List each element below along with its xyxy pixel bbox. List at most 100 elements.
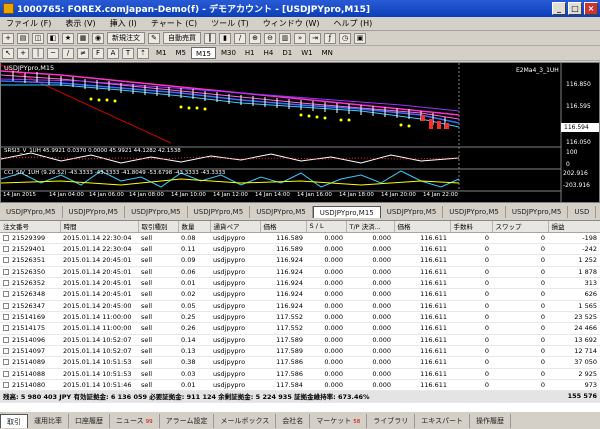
chart-tab[interactable]: USDJPYpro,M5 xyxy=(250,206,313,218)
timeframe-mn[interactable]: MN xyxy=(318,47,337,59)
timeframe-d1[interactable]: D1 xyxy=(278,47,296,59)
table-row[interactable]: 21526348 2015.01.14 20:45:01 sell 0.02 usdjp… xyxy=(0,288,600,301)
terminal-tab-mailbox[interactable]: メールボックス xyxy=(214,414,277,428)
terminal-tab-exposure[interactable]: 運用比率 xyxy=(28,414,69,428)
table-row[interactable]: 21514096 2015.01.14 10:52:07 sell 0.14 usdjp… xyxy=(0,334,600,346)
channel-icon[interactable]: ≠ xyxy=(77,47,89,59)
table-row[interactable]: 21526350 2015.01.14 20:45:01 sell 0.06 usdjp… xyxy=(0,266,600,278)
meta-editor-icon[interactable]: ✎ xyxy=(148,32,160,44)
horizontal-line-icon[interactable]: ─ xyxy=(47,47,59,59)
menu-file[interactable]: ファイル (F) xyxy=(6,18,51,29)
col-commission[interactable]: 手数料 xyxy=(450,221,493,233)
market-watch-icon[interactable]: ◫ xyxy=(32,32,44,44)
col-current-price[interactable]: 価格 xyxy=(394,221,451,233)
trendline-icon[interactable]: / xyxy=(62,47,74,59)
cursor-icon[interactable]: ↖ xyxy=(2,47,14,59)
templates-icon[interactable]: ▣ xyxy=(354,32,366,44)
fibonacci-icon[interactable]: F xyxy=(92,47,104,59)
timeframe-w1[interactable]: W1 xyxy=(297,47,316,59)
profiles-icon[interactable]: ▤ xyxy=(17,32,29,44)
col-symbol[interactable]: 通貨ペア xyxy=(210,221,261,233)
timeframe-m15[interactable]: M15 xyxy=(191,47,216,59)
col-profit[interactable]: 損益 xyxy=(548,221,600,233)
table-row[interactable]: 21529401 2015.01.14 22:30:04 sell 0.11 usdjp… xyxy=(0,243,600,256)
col-swap[interactable]: スワップ xyxy=(492,221,549,233)
table-cell: 21526352 xyxy=(0,277,60,290)
chart-tab[interactable]: USDJPYpro,M5 xyxy=(63,206,126,218)
chart-tab[interactable]: USDJPYpro,M5 xyxy=(125,206,188,218)
chart-tab[interactable]: USDJPYpro,M5 xyxy=(188,206,251,218)
tile-windows-icon[interactable]: ▥ xyxy=(279,32,291,44)
menu-view[interactable]: 表示 (V) xyxy=(65,18,95,29)
maximize-button[interactable]: □ xyxy=(568,2,582,15)
table-row[interactable]: 21514080 2015.01.14 10:51:46 sell 0.01 usdjp… xyxy=(0,379,600,392)
col-tp[interactable]: T/P 決済... xyxy=(346,221,395,233)
data-window-icon[interactable]: ◧ xyxy=(47,32,59,44)
terminal-tab-library[interactable]: ライブラリ xyxy=(367,414,416,428)
menu-chart[interactable]: チャート (C) xyxy=(151,18,197,29)
bar-chart-icon[interactable]: ┃ xyxy=(204,32,216,44)
col-time[interactable]: 時間 xyxy=(60,221,139,233)
crosshair-icon[interactable]: + xyxy=(17,47,29,59)
minimize-button[interactable]: _ xyxy=(552,2,566,15)
terminal-tab-market[interactable]: マーケット 58 xyxy=(310,414,368,428)
new-chart-icon[interactable]: + xyxy=(2,32,14,44)
label-icon[interactable]: T xyxy=(122,47,134,59)
table-row[interactable]: 21526352 2015.01.14 20:45:01 sell 0.01 usdjp… xyxy=(0,277,600,290)
arrows-icon[interactable]: ⇡ xyxy=(137,47,149,59)
indicators-icon[interactable]: ƒ xyxy=(324,32,336,44)
auto-scroll-icon[interactable]: » xyxy=(294,32,306,44)
auto-trade-button[interactable]: 自動売買 xyxy=(163,32,201,44)
table-row[interactable]: 21514088 2015.01.14 10:51:53 sell 0.03 usdjp… xyxy=(0,368,600,380)
chart-shift-icon[interactable]: ⇥ xyxy=(309,32,321,44)
table-row[interactable]: 21526347 2015.01.14 20:45:00 sell 0.05 usdjp… xyxy=(0,300,600,312)
text-icon[interactable]: A xyxy=(107,47,119,59)
col-price[interactable]: 価格 xyxy=(260,221,307,233)
table-row[interactable]: 21526351 2015.01.14 20:45:01 sell 0.09 usdjp… xyxy=(0,254,600,267)
table-row[interactable]: 21529399 2015.01.14 22:30:04 sell 0.08 usdjp… xyxy=(0,232,600,244)
terminal-tab-news[interactable]: ニュース 99 xyxy=(110,414,160,428)
col-order[interactable]: 注文番号 xyxy=(0,221,61,233)
chart-tab[interactable]: USDJPYpro,M5 xyxy=(381,206,444,218)
new-order-button[interactable]: 新規注文 xyxy=(107,32,145,44)
terminal-tab-trade[interactable]: 取引 xyxy=(0,414,28,428)
vertical-line-icon[interactable]: │ xyxy=(32,47,44,59)
timeframe-m30[interactable]: M30 xyxy=(217,47,240,59)
line-chart-icon[interactable]: ∕ xyxy=(234,32,246,44)
menu-window[interactable]: ウィンドウ (W) xyxy=(263,18,320,29)
periods-icon[interactable]: ◷ xyxy=(339,32,351,44)
chart-tab[interactable]: USD xyxy=(568,206,597,218)
table-row[interactable]: 21514169 2015.01.14 11:00:00 sell 0.25 usdjp… xyxy=(0,311,600,324)
chart-tab[interactable]: USDJPYpro,M5 xyxy=(506,206,569,218)
table-row[interactable]: 21514097 2015.01.14 10:52:07 sell 0.13 usdjp… xyxy=(0,345,600,358)
timeframe-m1[interactable]: M1 xyxy=(152,47,171,59)
navigator-icon[interactable]: ★ xyxy=(62,32,74,44)
table-cell: 2015.01.14 10:52:07 xyxy=(60,334,138,346)
zoom-out-icon[interactable]: ⊖ xyxy=(264,32,276,44)
menu-insert[interactable]: 挿入 (I) xyxy=(110,18,137,29)
terminal-icon[interactable]: ▦ xyxy=(77,32,89,44)
chart-tab-active[interactable]: USDJPYpro,M15 xyxy=(312,206,381,218)
col-type[interactable]: 取引種別 xyxy=(138,221,179,233)
terminal-tab-alerts[interactable]: アラーム設定 xyxy=(160,414,215,428)
table-row[interactable]: 21514175 2015.01.14 11:00:00 sell 0.26 usdjp… xyxy=(0,322,600,335)
zoom-in-icon[interactable]: ⊕ xyxy=(249,32,261,44)
tester-icon[interactable]: ◉ xyxy=(92,32,104,44)
timeframe-h1[interactable]: H1 xyxy=(241,47,259,59)
terminal-tab-history[interactable]: 口座履歴 xyxy=(69,414,110,428)
menu-tools[interactable]: ツール (T) xyxy=(211,18,249,29)
chart-tab[interactable]: USDJPYpro,M5 xyxy=(443,206,506,218)
price-chart[interactable]: USDJPYpro,M15 E2Ma4_3_1UH SRSI3_V_1UH 45… xyxy=(0,62,600,203)
col-size[interactable]: 数量 xyxy=(178,221,211,233)
close-button[interactable]: × xyxy=(584,2,598,15)
table-row[interactable]: 21514089 2015.01.14 10:51:53 sell 0.38 usdjp… xyxy=(0,356,600,369)
chart-tab[interactable]: USDJPYpro,M5 xyxy=(0,206,63,218)
timeframe-h4[interactable]: H4 xyxy=(260,47,278,59)
terminal-tab-experts[interactable]: エキスパート xyxy=(415,414,471,428)
menu-help[interactable]: ヘルプ (H) xyxy=(333,18,372,29)
terminal-tab-company[interactable]: 会社名 xyxy=(276,414,311,428)
terminal-tab-journal[interactable]: 操作履歴 xyxy=(470,414,512,428)
candle-chart-icon[interactable]: ▮ xyxy=(219,32,231,44)
timeframe-m5[interactable]: M5 xyxy=(172,47,191,59)
col-sl[interactable]: S / L xyxy=(306,221,347,233)
